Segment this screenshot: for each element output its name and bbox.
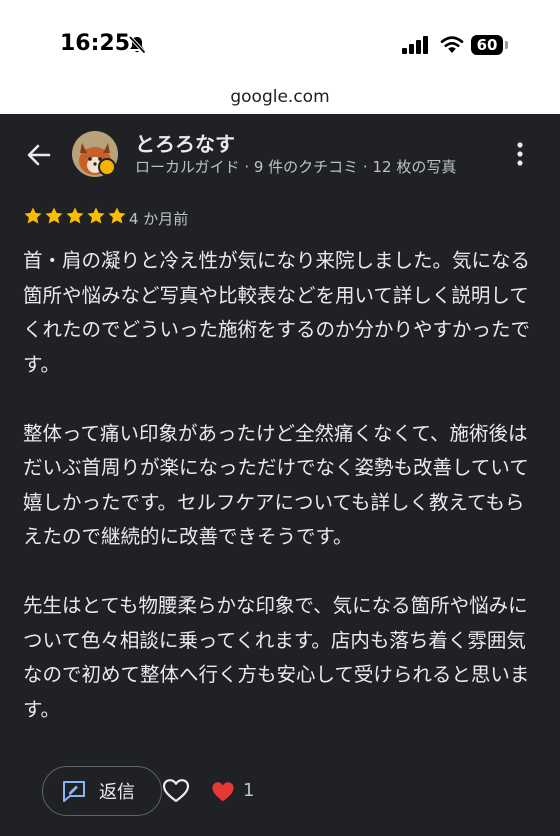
status-bar: 16:25 60 (0, 0, 560, 84)
star-icon (108, 207, 126, 224)
reviewer-meta: ローカルガイド · 9 件のクチコミ · 12 枚の写真 (135, 158, 457, 176)
star-rating (23, 206, 127, 226)
reviewer-name[interactable]: とろろなす (135, 128, 235, 157)
url-bar[interactable]: google.com (0, 84, 560, 114)
star-icon (66, 207, 84, 224)
like-count: 1 (243, 780, 255, 801)
wifi-icon (440, 36, 464, 53)
review-paragraph: 先生はとても物腰柔らかな印象で、気になる箇所や悩みについて色々相談に乗ってくれま… (23, 594, 530, 721)
battery-icon: 60 (471, 35, 503, 55)
reply-label: 返信 (99, 782, 135, 803)
review-text: 首・肩の凝りと冷え性が気になり来院しました。気になる箇所や悩みなど写真や比較表な… (23, 244, 538, 762)
battery-nub (505, 41, 508, 49)
star-icon (24, 207, 42, 224)
reply-icon (63, 781, 85, 802)
heart-filled-icon (212, 782, 234, 802)
bell-slash-icon (128, 35, 146, 54)
review-paragraph: 整体って痛い印象があったけど全然痛くなくて、施術後はだいぶ首周りが楽になっただけ… (23, 421, 529, 549)
more-vert-icon[interactable] (510, 140, 530, 168)
back-arrow-icon[interactable] (24, 140, 54, 170)
review-time: 4 か月前 (129, 210, 189, 228)
review-panel: とろろなす ローカルガイド · 9 件のクチコミ · 12 枚の写真 4 か月前… (0, 114, 560, 836)
signal-icon (402, 36, 428, 54)
status-time: 16:25 (60, 31, 131, 56)
heart-outline-icon[interactable] (162, 778, 190, 804)
local-guide-badge (98, 158, 116, 176)
star-icon (87, 207, 105, 224)
star-icon (45, 207, 63, 224)
reply-button[interactable]: 返信 (42, 766, 162, 816)
review-paragraph: 首・肩の凝りと冷え性が気になり来院しました。気になる箇所や悩みなど写真や比較表な… (23, 249, 531, 376)
